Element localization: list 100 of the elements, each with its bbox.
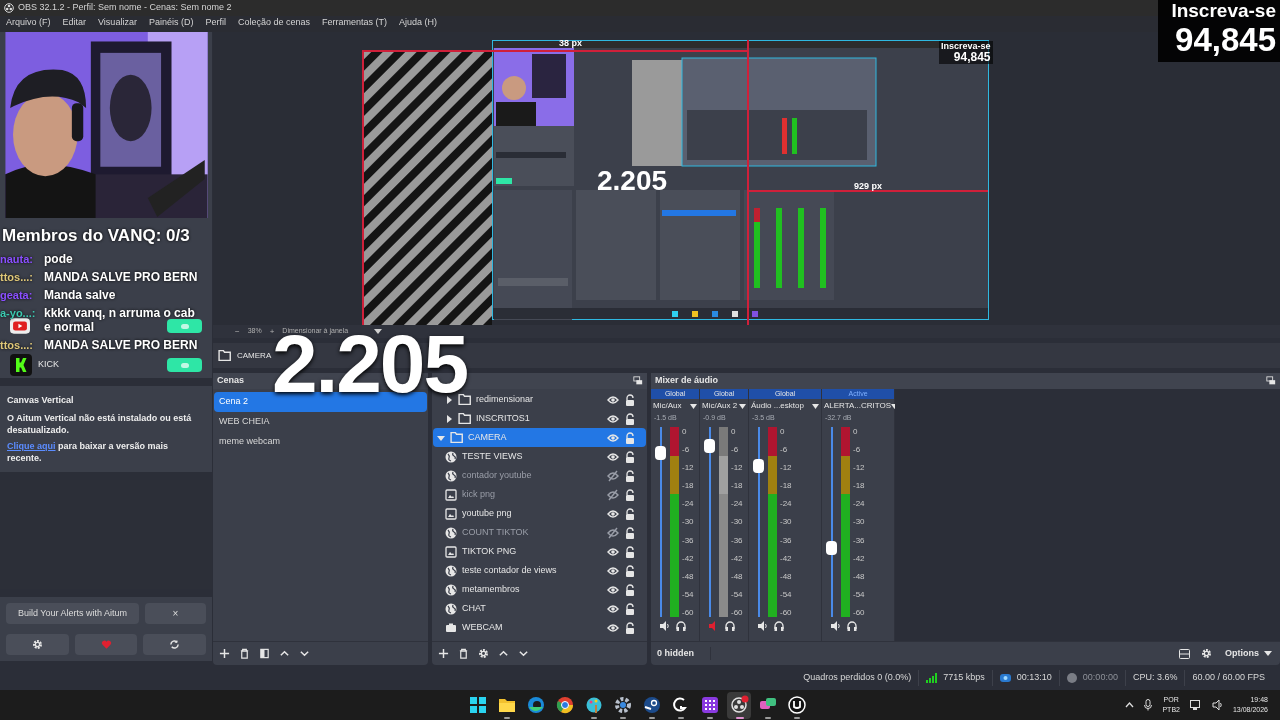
close-button[interactable]: × bbox=[145, 603, 206, 624]
volume-slider[interactable] bbox=[655, 427, 667, 617]
speaker-icon[interactable] bbox=[1211, 700, 1223, 710]
image-icon bbox=[445, 545, 457, 558]
eye-icon[interactable] bbox=[607, 583, 619, 596]
tick-label: 0 bbox=[780, 427, 786, 436]
move-up-button[interactable] bbox=[279, 648, 290, 659]
tick-label: -12 bbox=[682, 463, 694, 473]
caret-down-icon[interactable] bbox=[690, 403, 697, 409]
source-item[interactable]: CHAT bbox=[433, 599, 646, 618]
zoom-in-button[interactable]: + bbox=[269, 325, 275, 338]
source-name: INSCRITOS1 bbox=[476, 411, 531, 425]
menu-item[interactable]: Painéis (D) bbox=[148, 17, 194, 28]
trash-icon bbox=[458, 648, 469, 659]
add-button[interactable] bbox=[438, 648, 449, 659]
network-icon[interactable] bbox=[1189, 699, 1202, 711]
lock-icon bbox=[624, 431, 636, 444]
headphones-icon[interactable] bbox=[847, 621, 857, 631]
source-item[interactable]: TESTE VIEWS bbox=[433, 447, 646, 466]
headphones-icon[interactable] bbox=[774, 621, 784, 631]
plus-icon bbox=[219, 648, 230, 659]
eye-icon[interactable] bbox=[607, 545, 619, 558]
scene-item[interactable]: Cena 2 bbox=[214, 392, 427, 412]
source-item[interactable]: contador youtube bbox=[433, 466, 646, 485]
menu-item[interactable]: Ajuda (H) bbox=[399, 17, 437, 28]
slider-thumb[interactable] bbox=[826, 541, 837, 556]
eye-off-icon[interactable] bbox=[607, 526, 619, 539]
headphones-icon[interactable] bbox=[676, 621, 686, 631]
remove-button[interactable] bbox=[239, 648, 250, 659]
speaker-icon[interactable] bbox=[757, 621, 768, 631]
menu-item[interactable]: Ferramentas (T) bbox=[322, 17, 387, 28]
source-item[interactable]: INSCRITOS1 bbox=[433, 409, 646, 428]
microphone-icon[interactable] bbox=[1144, 699, 1153, 711]
remove-button[interactable] bbox=[458, 648, 469, 659]
volume-slider[interactable] bbox=[704, 427, 716, 617]
slider-thumb[interactable] bbox=[704, 439, 715, 454]
running-indicator bbox=[794, 716, 800, 719]
chevron-up-icon[interactable] bbox=[1125, 702, 1135, 708]
move-down-button[interactable] bbox=[299, 648, 310, 659]
volume-slider[interactable] bbox=[826, 427, 838, 617]
menu-item[interactable]: Visualizar bbox=[98, 17, 137, 28]
signal-icon bbox=[926, 672, 938, 683]
source-item[interactable]: teste contador de views bbox=[433, 561, 646, 580]
menu-item[interactable]: Editar bbox=[62, 17, 87, 28]
menu-item[interactable]: Perfil bbox=[205, 17, 226, 28]
gear-icon bbox=[31, 639, 43, 650]
options-button[interactable]: Options bbox=[1217, 646, 1280, 661]
add-button[interactable] bbox=[219, 648, 230, 659]
toggle-switch[interactable] bbox=[167, 319, 202, 333]
tick-label: -24 bbox=[682, 499, 694, 509]
tick-label: -30 bbox=[682, 517, 694, 527]
toggle-switch[interactable] bbox=[167, 358, 202, 372]
eye-icon[interactable] bbox=[607, 412, 619, 425]
filter-button[interactable] bbox=[259, 648, 270, 659]
slider-thumb[interactable] bbox=[655, 446, 666, 461]
share-button[interactable] bbox=[143, 634, 206, 655]
eye-icon[interactable] bbox=[607, 450, 619, 463]
volume-slider[interactable] bbox=[753, 427, 765, 617]
source-item[interactable]: kick png bbox=[433, 485, 646, 504]
gear-icon bbox=[478, 648, 489, 659]
obs-taskbar-button[interactable] bbox=[727, 691, 751, 719]
source-item[interactable]: WEBCAM bbox=[433, 618, 646, 637]
counter-number: 2.205 bbox=[597, 166, 668, 196]
slider-thumb[interactable] bbox=[753, 458, 764, 473]
settings-button[interactable] bbox=[6, 634, 69, 655]
tick-label: -42 bbox=[780, 553, 792, 563]
tick-label: -54 bbox=[780, 589, 792, 599]
source-item[interactable]: TIKTOK PNG bbox=[433, 542, 646, 561]
speaker-icon[interactable] bbox=[659, 621, 670, 631]
menu-item[interactable]: Coleção de cenas bbox=[237, 17, 310, 28]
eye-icon[interactable] bbox=[607, 602, 619, 615]
eye-off-icon[interactable] bbox=[607, 469, 619, 482]
eye-icon[interactable] bbox=[607, 393, 619, 406]
source-item[interactable]: metamembros bbox=[433, 580, 646, 599]
move-up-button[interactable] bbox=[498, 648, 509, 659]
cpu-usage: CPU: 3.6% bbox=[1132, 670, 1178, 684]
running-indicator bbox=[707, 716, 713, 719]
running-indicator bbox=[678, 716, 684, 719]
zoom-out-button[interactable]: − bbox=[235, 325, 240, 338]
eye-off-icon[interactable] bbox=[607, 488, 619, 501]
headphones-icon[interactable] bbox=[725, 621, 735, 631]
caret-down-icon[interactable] bbox=[812, 403, 819, 409]
caret-right-icon[interactable] bbox=[445, 414, 453, 423]
eye-icon[interactable] bbox=[607, 621, 619, 634]
eye-icon[interactable] bbox=[607, 507, 619, 520]
running-indicator bbox=[649, 716, 655, 719]
settings-button[interactable] bbox=[478, 648, 489, 659]
menu-item[interactable]: Arquivo (F) bbox=[6, 17, 51, 28]
move-down-button[interactable] bbox=[518, 648, 529, 659]
tick-label: -30 bbox=[853, 517, 865, 527]
speaker-icon[interactable] bbox=[830, 621, 841, 631]
lock-icon bbox=[624, 526, 636, 539]
scene-item[interactable]: WEB CHEIA bbox=[214, 412, 427, 432]
build-alerts-button[interactable]: Build Your Alerts with Aitum bbox=[6, 603, 139, 624]
source-item[interactable]: youtube png bbox=[433, 504, 646, 523]
chat-username: ttos...: bbox=[0, 270, 34, 285]
scene-item[interactable]: meme webcam bbox=[214, 432, 427, 452]
caret-down-icon[interactable] bbox=[739, 403, 746, 409]
source-item[interactable]: COUNT TIKTOK bbox=[433, 523, 646, 542]
eye-icon[interactable] bbox=[607, 564, 619, 577]
